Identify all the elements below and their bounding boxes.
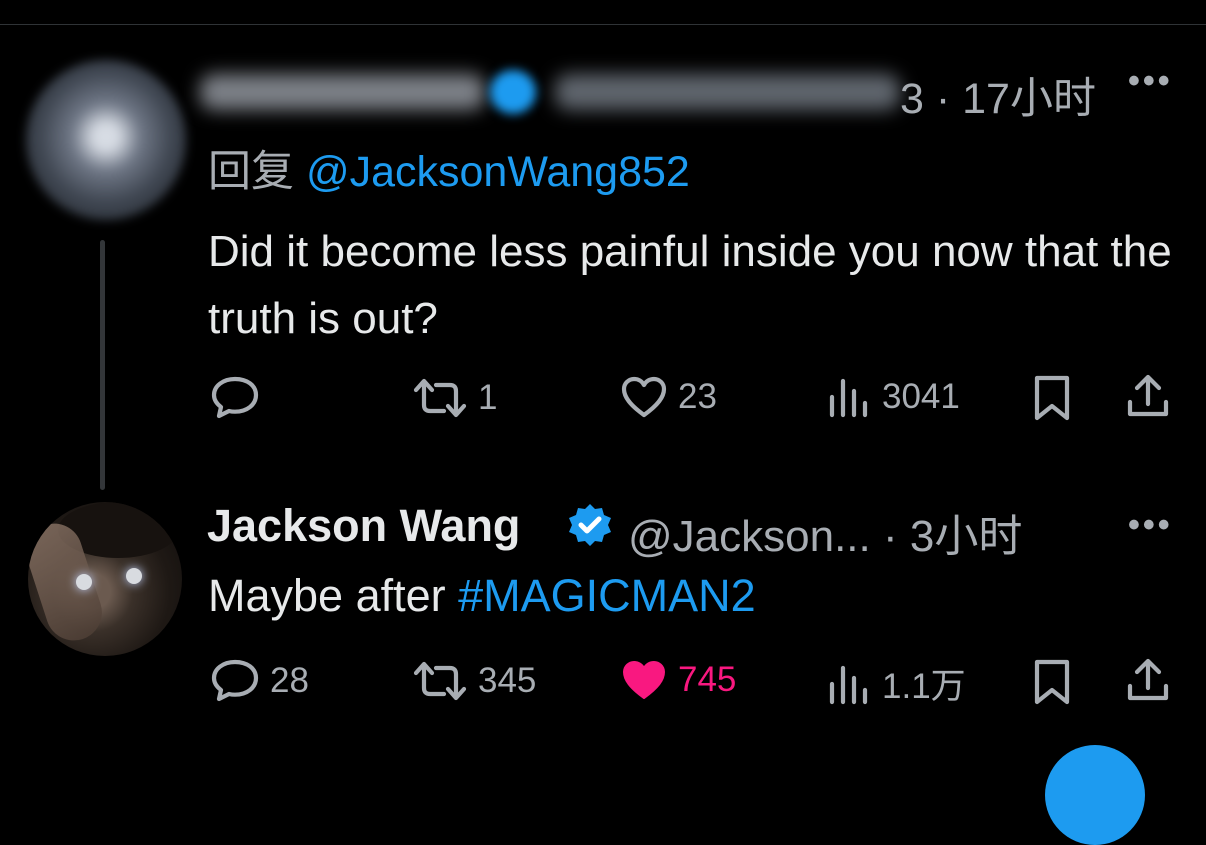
heart-icon	[623, 661, 665, 699]
heart-icon	[621, 376, 667, 418]
share-button[interactable]	[1125, 656, 1171, 709]
author-handle-and-time[interactable]: @Jackson... · 3小时	[628, 500, 1022, 564]
like-button[interactable]: 23	[620, 375, 717, 419]
repost-icon	[413, 378, 467, 418]
views-count: 1.1万	[882, 667, 966, 706]
replying-to-mention[interactable]: @JacksonWang852	[306, 148, 690, 196]
share-icon	[1127, 658, 1169, 701]
more-options-icon[interactable]: •••	[1128, 62, 1173, 101]
top-divider	[0, 24, 1206, 25]
reply-icon	[211, 376, 259, 419]
hashtag-link[interactable]: #MAGICMAN2	[458, 570, 756, 621]
bookmark-button[interactable]	[1031, 658, 1073, 711]
tweet-timestamp[interactable]: · 3小时	[871, 512, 1022, 561]
author-avatar[interactable]	[28, 502, 182, 656]
replying-prefix: 回复	[208, 148, 306, 196]
repost-count: 345	[478, 661, 537, 700]
views-icon	[829, 378, 868, 418]
reply-button[interactable]	[210, 375, 270, 421]
author-handle[interactable]: @Jackson...	[628, 512, 871, 561]
verified-badge-icon	[566, 502, 614, 555]
tweet-text: Maybe after #MAGICMAN2	[208, 567, 756, 625]
like-count: 23	[678, 377, 717, 416]
reply-timestamp[interactable]: 3 · 17小时	[900, 64, 1096, 126]
author-name[interactable]: Jackson Wang	[207, 500, 520, 552]
views-button[interactable]: 1.1万	[826, 658, 966, 709]
avatar-eye-left	[76, 574, 92, 590]
reply-icon	[211, 659, 259, 702]
blurred-display-name[interactable]	[200, 74, 485, 110]
blurred-handle[interactable]	[555, 74, 900, 110]
thread-connector-line	[100, 240, 105, 490]
blurred-avatar[interactable]	[26, 60, 186, 220]
blurred-verified-badge-icon	[490, 70, 536, 114]
repost-icon	[413, 661, 467, 701]
repost-count: 1	[478, 378, 498, 417]
tweet-text-body: Maybe after	[208, 570, 459, 621]
replying-to-line: 回复 @JacksonWang852	[208, 137, 690, 199]
share-icon	[1127, 374, 1169, 417]
repost-button[interactable]: 345	[412, 658, 536, 704]
more-options-icon[interactable]: •••	[1128, 506, 1173, 545]
views-count: 3041	[882, 377, 960, 416]
reply-count: 28	[270, 661, 309, 700]
bookmark-icon	[1034, 375, 1070, 421]
share-button[interactable]	[1125, 372, 1171, 425]
like-count: 745	[678, 660, 737, 699]
reply-button[interactable]: 28	[210, 658, 309, 704]
views-button[interactable]: 3041	[826, 375, 960, 419]
compose-fab-button[interactable]	[1045, 745, 1145, 845]
views-icon	[829, 665, 868, 704]
bookmark-icon	[1034, 659, 1070, 705]
avatar-eye-right	[126, 568, 142, 584]
reply-text: Did it become less painful inside you no…	[208, 227, 1172, 343]
repost-button[interactable]: 1	[412, 375, 497, 421]
like-button[interactable]: 745	[620, 658, 736, 702]
bookmark-button[interactable]	[1031, 374, 1073, 427]
